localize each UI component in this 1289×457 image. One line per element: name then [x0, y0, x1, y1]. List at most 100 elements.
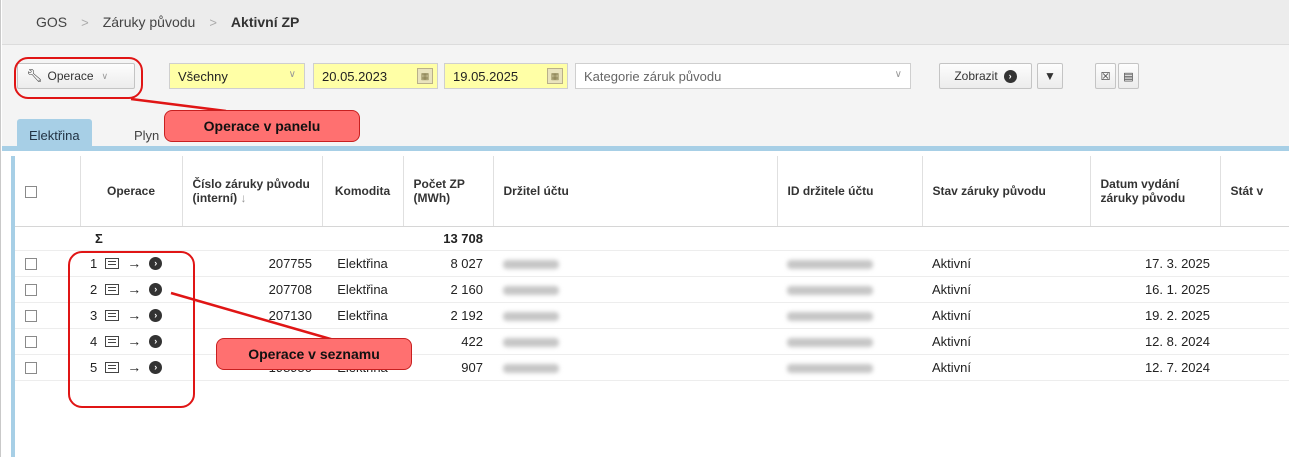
row-checkbox[interactable] [25, 284, 37, 297]
header-operations[interactable]: Operace [80, 156, 183, 227]
cell-holder [493, 354, 777, 381]
cell-issued: 17. 3. 2025 [1090, 250, 1220, 277]
table-row[interactable]: 2 → › 207708 Elektřina 2 160 Aktivní 16. 1. 202… [15, 276, 1289, 303]
cell-number: 207708 [182, 276, 322, 303]
table-row[interactable]: 1 → › 207755 Elektřina 8 027 Aktivní 17. 3. 202… [15, 250, 1289, 277]
redacted-holder [503, 259, 559, 269]
arrow-right-circle-icon: › [1003, 69, 1017, 83]
list-callout: Operace v seznamu [216, 338, 412, 370]
cell-number: 207130 [182, 302, 322, 329]
date-to-field[interactable]: 19.05.2025 ▦ [444, 63, 568, 89]
cell-state: Aktivní [922, 250, 1090, 277]
filter-button[interactable]: ▼ [1037, 63, 1063, 89]
cell-state: Aktivní [922, 354, 1090, 381]
date-from-field[interactable]: 20.05.2023 ▦ [313, 63, 438, 89]
cell-count: 2 160 [403, 276, 493, 303]
export-excel-button[interactable]: ☒ [1095, 63, 1116, 89]
category-select[interactable]: Kategorie záruk původu ∨ [575, 63, 911, 89]
header-state[interactable]: Stav záruky původu [922, 156, 1091, 227]
cell-holder [493, 276, 777, 303]
cell-country [1220, 250, 1289, 277]
cell-holder [493, 328, 777, 355]
document-icon: ▤ [1123, 70, 1134, 83]
cell-holder-id [777, 354, 922, 381]
breadcrumb-item-gos[interactable]: GOS [36, 14, 67, 30]
header-holder-id[interactable]: ID držitele účtu [777, 156, 923, 227]
cell-country [1220, 328, 1289, 355]
breadcrumb-separator-icon: > [209, 14, 217, 30]
cell-country [1220, 302, 1289, 329]
table-row[interactable]: 5→›198950Elektřina907Aktivní12. 7. 2024 [15, 354, 1289, 381]
table-row[interactable]: 3 → › 207130 Elektřina 2 192 Aktivní 19. 2. 202… [15, 302, 1289, 329]
cell-country [1220, 354, 1289, 381]
export-document-button[interactable]: ▤ [1118, 63, 1139, 89]
header-number-label: Číslo záruky původu (interní) [192, 176, 310, 205]
cell-issued: 16. 1. 2025 [1090, 276, 1220, 303]
cell-holder-id [777, 276, 922, 303]
redacted-holder-id [787, 311, 873, 321]
row-checkbox[interactable] [25, 336, 37, 349]
calendar-icon[interactable]: ▦ [417, 68, 433, 84]
redacted-holder-id [787, 285, 873, 295]
show-button[interactable]: Zobrazit › [939, 63, 1032, 89]
cell-count: 422 [403, 328, 493, 355]
select-all-checkbox[interactable] [25, 185, 37, 198]
date-to-value: 19.05.2025 [453, 68, 519, 84]
row-checkbox[interactable] [25, 362, 37, 375]
header-issued[interactable]: Datum vydání záruky původu [1090, 156, 1221, 227]
cell-count: 2 192 [403, 302, 493, 329]
cell-commodity: Elektřina [322, 250, 403, 277]
sum-symbol: Σ [80, 226, 182, 251]
table-header-row: Operace Číslo záruky původu (interní) ↓ … [15, 156, 1289, 227]
filter-select-value: Všechny [178, 68, 228, 84]
chevron-down-icon: ∨ [288, 69, 296, 80]
cell-holder-id [777, 250, 922, 277]
table-row[interactable]: 4 → › 422 Aktivní 12. 8. 2024 [15, 328, 1289, 355]
header-holder[interactable]: Držitel účtu [493, 156, 778, 227]
category-placeholder: Kategorie záruk původu [584, 68, 722, 84]
redacted-holder [503, 285, 559, 295]
excel-icon: ☒ [1100, 70, 1111, 83]
row-checkbox[interactable] [25, 310, 37, 323]
show-label: Zobrazit [954, 69, 998, 83]
cell-holder [493, 302, 777, 329]
list-highlight-ring [68, 251, 195, 408]
row-checkbox[interactable] [25, 258, 37, 271]
toolbar: 🔧︎ Operace ∨ Všechny ∨ 20.05.2023 ▦ 19.0… [2, 45, 1289, 107]
cell-commodity: Elektřina [322, 302, 403, 329]
sort-down-icon: ↓ [240, 190, 247, 205]
cell-state: Aktivní [922, 276, 1090, 303]
panel-callout: Operace v panelu [164, 110, 360, 142]
breadcrumb: GOS > Záruky původu > Aktivní ZP [2, 0, 1289, 45]
cell-state: Aktivní [922, 328, 1090, 355]
header-commodity[interactable]: Komodita [322, 156, 404, 227]
guarantees-table: Operace Číslo záruky původu (interní) ↓ … [15, 156, 1289, 381]
table-container: Operace Číslo záruky původu (interní) ↓ … [11, 156, 1289, 457]
redacted-holder-id [787, 337, 873, 347]
breadcrumb-item-zaruky[interactable]: Záruky původu [103, 14, 196, 30]
cell-count: 8 027 [403, 250, 493, 277]
sum-row: Σ 13 708 [15, 226, 1289, 251]
header-country[interactable]: Stát v [1220, 156, 1289, 227]
cell-commodity: Elektřina [322, 276, 403, 303]
filter-select[interactable]: Všechny ∨ [169, 63, 305, 89]
cell-count: 907 [403, 354, 493, 381]
redacted-holder [503, 337, 559, 347]
breadcrumb-current: Aktivní ZP [230, 14, 300, 30]
cell-issued: 19. 2. 2025 [1090, 302, 1220, 329]
select-all-cell [15, 156, 81, 227]
panel-highlight-ring [14, 57, 143, 99]
cell-country [1220, 276, 1289, 303]
breadcrumb-separator-icon: > [81, 14, 89, 30]
redacted-holder-id [787, 363, 873, 373]
app-frame: GOS > Záruky původu > Aktivní ZP 🔧︎ Oper… [0, 0, 1289, 457]
header-number[interactable]: Číslo záruky původu (interní) ↓ [182, 156, 323, 227]
redacted-holder [503, 363, 559, 373]
header-count[interactable]: Počet ZP (MWh) [403, 156, 494, 227]
cell-issued: 12. 8. 2024 [1090, 328, 1220, 355]
date-from-value: 20.05.2023 [322, 68, 388, 84]
cell-holder [493, 250, 777, 277]
tab-elektrina[interactable]: Elektřina [17, 119, 92, 151]
calendar-icon[interactable]: ▦ [547, 68, 563, 84]
cell-number: 207755 [182, 250, 322, 277]
